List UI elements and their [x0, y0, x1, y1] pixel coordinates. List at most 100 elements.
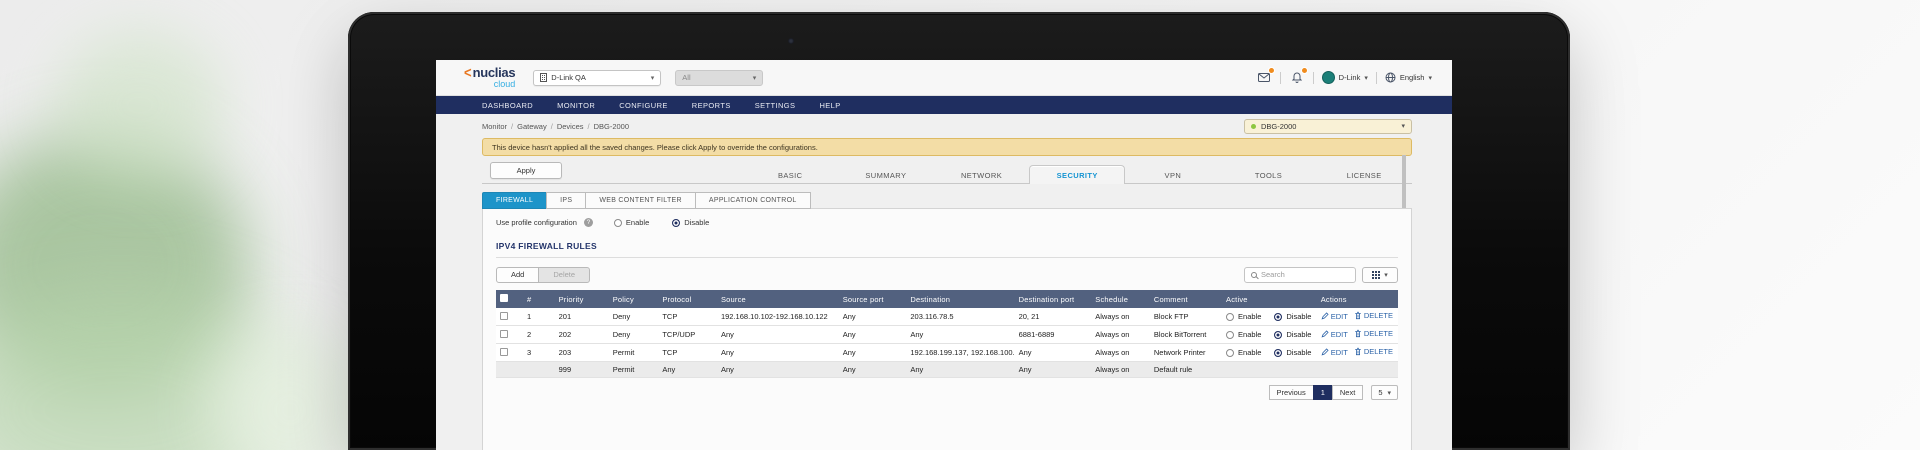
active-radios: Enable Disable — [1226, 330, 1313, 339]
nav-item-monitor[interactable]: MONITOR — [557, 101, 595, 110]
background-blur — [210, 330, 370, 450]
page-size-selector[interactable]: 5 ▾ — [1371, 385, 1398, 400]
nav-item-configure[interactable]: CONFIGURE — [619, 101, 668, 110]
cell-comment: Default rule — [1150, 362, 1222, 378]
breadcrumb-item[interactable]: Monitor — [482, 122, 507, 131]
apply-button[interactable]: Apply — [490, 162, 562, 179]
active-radios: Enable Disable — [1226, 312, 1313, 321]
breadcrumb: Monitor/Gateway/Devices/DBG-2000 — [482, 122, 629, 131]
tab-network[interactable]: NETWORK — [934, 165, 1030, 184]
search-input[interactable] — [1261, 270, 1349, 279]
chevron-down-icon: ▾ — [1384, 271, 1388, 279]
cell-policy: Deny — [609, 326, 659, 344]
cell-protocol: TCP — [658, 308, 717, 326]
section-title: IPV4 FIREWALL RULES — [496, 241, 1398, 251]
rule-disable-radio[interactable]: Disable — [1274, 330, 1311, 339]
delete-label: DELETE — [1364, 311, 1393, 320]
row-checkbox[interactable] — [500, 330, 508, 338]
nav-item-settings[interactable]: SETTINGS — [755, 101, 796, 110]
cell-destination-port: Any — [1015, 344, 1092, 362]
breadcrumb-item[interactable]: Gateway — [517, 122, 547, 131]
rule-disable-radio[interactable]: Disable — [1274, 312, 1311, 321]
edit-link[interactable]: EDIT — [1321, 348, 1348, 357]
tab-license[interactable]: LICENSE — [1316, 165, 1412, 184]
subtab-web-content-filter[interactable]: WEB CONTENT FILTER — [585, 192, 696, 209]
laptop-frame: < nuclias cloud D-Link QA ▾ All ▾ — [348, 12, 1570, 450]
next-page-button[interactable]: Next — [1332, 385, 1363, 400]
delete-link[interactable]: DELETE — [1354, 347, 1393, 356]
subtab-application-control[interactable]: APPLICATION CONTROL — [695, 192, 811, 209]
site-selector[interactable]: All ▾ — [675, 70, 763, 86]
tab-basic[interactable]: BASIC — [742, 165, 838, 184]
language-value: English — [1400, 73, 1425, 82]
column-settings-button[interactable]: ▾ — [1362, 267, 1398, 283]
rule-enable-radio[interactable]: Enable — [1226, 348, 1261, 357]
rule-enable-radio[interactable]: Enable — [1226, 330, 1261, 339]
breadcrumb-item[interactable]: Devices — [557, 122, 584, 131]
active-radios: Enable Disable — [1226, 348, 1313, 357]
row-checkbox[interactable] — [500, 312, 508, 320]
site-value: All — [682, 73, 690, 82]
edit-pencil-icon — [1321, 312, 1329, 320]
profile-disable-radio[interactable]: Disable — [672, 218, 709, 227]
cell-source: 192.168.10.102-192.168.10.122 — [717, 308, 839, 326]
add-button[interactable]: Add — [496, 267, 539, 283]
chevron-down-icon: ▾ — [1401, 122, 1405, 130]
edit-link[interactable]: EDIT — [1321, 330, 1348, 339]
alerts-button[interactable] — [1289, 71, 1305, 85]
cell-checkbox — [496, 344, 523, 362]
firmware-alert-button[interactable] — [1256, 71, 1272, 85]
column-header: Schedule — [1091, 290, 1150, 308]
cell-priority: 201 — [555, 308, 609, 326]
column-header: Priority — [555, 290, 609, 308]
column-header: Source port — [839, 290, 907, 308]
cell-checkbox — [496, 308, 523, 326]
current-page-button[interactable]: 1 — [1313, 385, 1333, 400]
cell-destination-port: 20, 21 — [1015, 308, 1092, 326]
tab-tools[interactable]: TOOLS — [1221, 165, 1317, 184]
nav-item-reports[interactable]: REPORTS — [692, 101, 731, 110]
delete-button[interactable]: Delete — [538, 267, 590, 283]
radio-icon — [614, 219, 622, 227]
organization-selector[interactable]: D-Link QA ▾ — [533, 70, 661, 86]
language-menu[interactable]: English ▾ — [1385, 72, 1432, 83]
tab-vpn[interactable]: VPN — [1125, 165, 1221, 184]
device-selector[interactable]: DBG-2000 ▾ — [1244, 119, 1412, 134]
top-bar: < nuclias cloud D-Link QA ▾ All ▾ — [436, 60, 1452, 96]
cell-protocol: TCP/UDP — [658, 326, 717, 344]
subtab-ips[interactable]: IPS — [546, 192, 586, 209]
cell-policy: Permit — [609, 344, 659, 362]
user-menu[interactable]: D-Link ▾ — [1322, 71, 1368, 84]
radio-checked-icon — [1274, 313, 1282, 321]
rule-enable-radio[interactable]: Enable — [1226, 312, 1261, 321]
tab-security[interactable]: SECURITY — [1029, 165, 1125, 184]
rule-disable-radio[interactable]: Disable — [1274, 348, 1311, 357]
nuclias-logo[interactable]: < nuclias cloud — [464, 66, 515, 89]
cell-source-port: Any — [839, 308, 907, 326]
user-name: D-Link — [1339, 73, 1361, 82]
logo-sub: cloud — [494, 80, 516, 89]
breadcrumb-item[interactable]: DBG-2000 — [594, 122, 629, 131]
table-header-row: #PriorityPolicyProtocolSourceSource port… — [496, 290, 1398, 308]
edit-label: EDIT — [1331, 330, 1348, 339]
grid-icon — [1372, 271, 1380, 279]
nav-item-dashboard[interactable]: DASHBOARD — [482, 101, 533, 110]
previous-page-button[interactable]: Previous — [1269, 385, 1314, 400]
row-checkbox[interactable] — [500, 348, 508, 356]
table-row: 1201DenyTCP192.168.10.102-192.168.10.122… — [496, 308, 1398, 326]
cell-priority: 999 — [555, 362, 609, 378]
profile-enable-radio[interactable]: Enable — [614, 218, 649, 227]
edit-link[interactable]: EDIT — [1321, 312, 1348, 321]
bell-icon — [1292, 72, 1302, 83]
delete-label: DELETE — [1364, 329, 1393, 338]
tab-summary[interactable]: SUMMARY — [838, 165, 934, 184]
help-icon[interactable]: ? — [584, 218, 593, 227]
cell-destination-port: Any — [1015, 362, 1092, 378]
delete-link[interactable]: DELETE — [1354, 329, 1393, 338]
select-all-checkbox[interactable] — [500, 294, 508, 302]
delete-link[interactable]: DELETE — [1354, 311, 1393, 320]
cell-num: 2 — [523, 326, 555, 344]
table-row: 2202DenyTCP/UDPAnyAnyAny6881-6889Always … — [496, 326, 1398, 344]
nav-item-help[interactable]: HELP — [819, 101, 840, 110]
subtab-firewall[interactable]: FIREWALL — [482, 192, 547, 209]
